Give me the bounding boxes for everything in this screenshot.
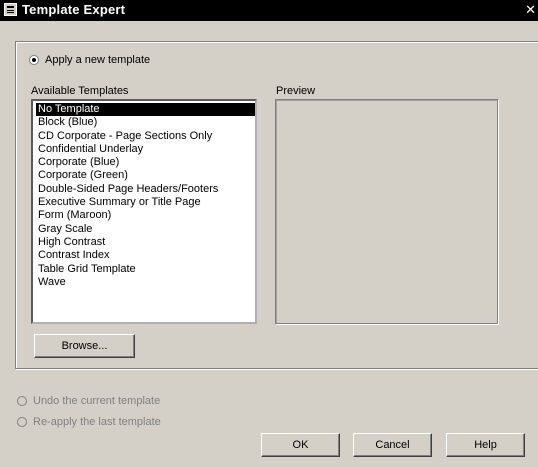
template-list-item[interactable]: No Template xyxy=(36,103,255,117)
preview-label: Preview xyxy=(276,85,316,97)
template-list-item[interactable]: Double-Sided Page Headers/Footers xyxy=(36,183,255,196)
radio-checked-icon[interactable] xyxy=(29,55,39,65)
template-list-item[interactable]: Corporate (Blue) xyxy=(36,156,255,169)
window-title: Template Expert xyxy=(22,2,126,17)
ok-button[interactable]: OK xyxy=(261,433,340,457)
template-list-item[interactable]: High Contrast xyxy=(36,236,255,249)
templates-listbox[interactable]: No Template Block (Blue) CD Corporate - Pa… xyxy=(31,99,257,324)
app-icon xyxy=(4,3,17,16)
apply-new-template-label: Apply a new template xyxy=(45,54,151,66)
cancel-button[interactable]: Cancel xyxy=(353,433,432,457)
available-templates-label: Available Templates xyxy=(31,85,129,97)
title-bar: Template Expert ✕ xyxy=(0,0,538,21)
template-list-item[interactable]: Table Grid Template xyxy=(36,263,255,276)
help-button[interactable]: Help xyxy=(446,433,525,457)
reapply-template-label: Re-apply the last template xyxy=(33,416,161,428)
close-icon[interactable]: ✕ xyxy=(525,2,536,18)
template-list-item[interactable]: Contrast Index xyxy=(36,249,255,262)
template-list-item[interactable]: Block (Blue) xyxy=(36,116,255,129)
template-list-item[interactable]: Gray Scale xyxy=(36,223,255,236)
browse-button[interactable]: Browse... xyxy=(34,334,135,358)
apply-new-template-radio[interactable]: Apply a new template xyxy=(29,54,150,66)
reapply-template-radio[interactable]: Re-apply the last template xyxy=(17,416,161,428)
template-list-item[interactable]: Confidential Underlay xyxy=(36,143,255,156)
template-list-item[interactable]: CD Corporate - Page Sections Only xyxy=(36,130,255,143)
template-list-item[interactable]: Wave xyxy=(36,276,255,289)
template-list-item[interactable]: Form (Maroon) xyxy=(36,209,255,222)
undo-template-radio[interactable]: Undo the current template xyxy=(17,395,160,407)
preview-pane xyxy=(275,99,498,324)
radio-unchecked-icon[interactable] xyxy=(17,417,27,427)
template-list-item[interactable]: Corporate (Green) xyxy=(36,169,255,182)
undo-template-label: Undo the current template xyxy=(33,395,161,407)
template-list-item[interactable]: Executive Summary or Title Page xyxy=(36,196,255,209)
radio-unchecked-icon[interactable] xyxy=(17,396,27,406)
